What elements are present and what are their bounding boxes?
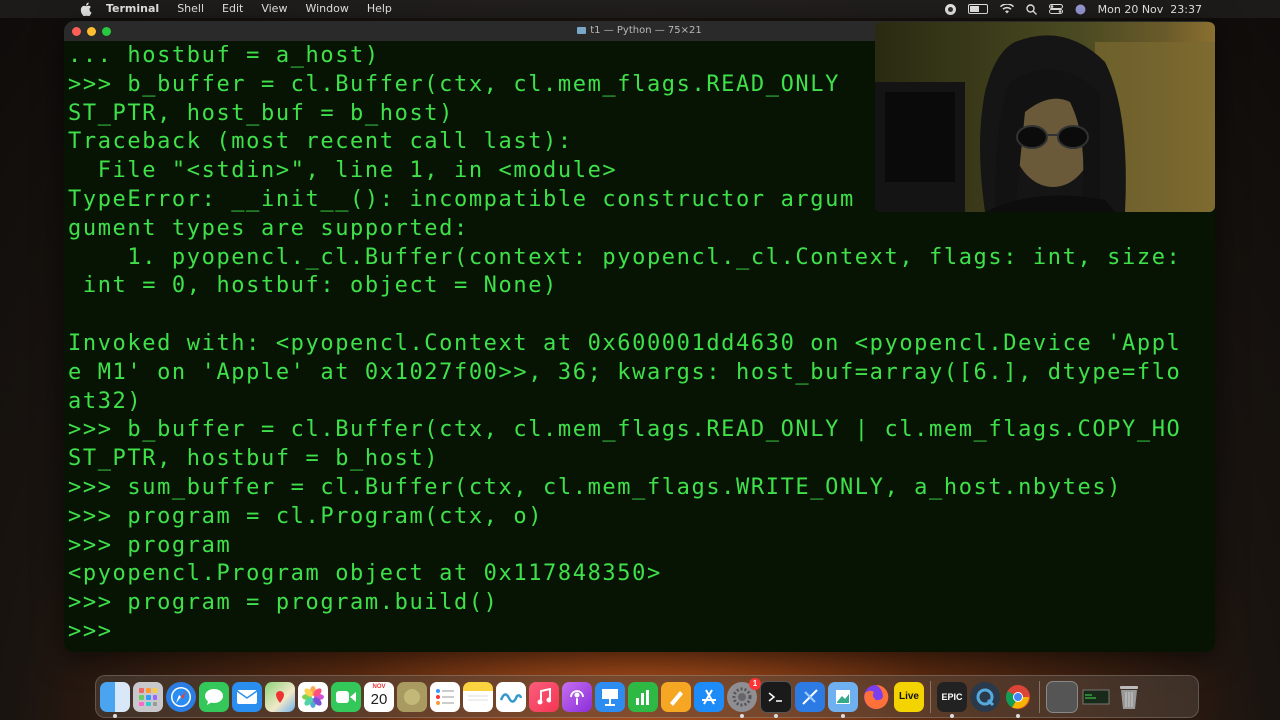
- screen-record-icon[interactable]: [944, 3, 956, 15]
- menu-bar: Terminal Shell Edit View Window Help Mon…: [0, 0, 1280, 18]
- podcasts-icon[interactable]: [562, 681, 592, 712]
- terminal-line: >>> b_buffer = cl.Buffer(ctx, cl.mem_fla…: [68, 417, 1182, 443]
- running-indicator: [740, 713, 744, 718]
- apple-menu-icon[interactable]: [80, 2, 92, 16]
- menu-shell[interactable]: Shell: [168, 0, 213, 18]
- terminal-line: gument types are supported:: [68, 215, 469, 241]
- epic-games-icon[interactable]: EPIC: [937, 681, 967, 718]
- freeform-icon[interactable]: [496, 681, 526, 712]
- mail-icon[interactable]: [232, 681, 262, 712]
- calendar-month: NOV: [372, 683, 386, 690]
- folder-icon: [577, 26, 587, 34]
- photos-icon[interactable]: [298, 681, 328, 712]
- menubar-clock[interactable]: Mon 20 Nov 23:37: [1098, 3, 1202, 16]
- live-label: Live: [898, 691, 919, 702]
- app-store-icon[interactable]: [694, 681, 724, 712]
- messages-icon[interactable]: [199, 681, 229, 712]
- terminal-line: 1. pyopencl._cl.Buffer(context: pyopencl…: [68, 244, 1182, 270]
- search-icon[interactable]: [1025, 3, 1037, 15]
- terminal-line: >>> program = cl.Program(ctx, o): [68, 503, 544, 529]
- terminal-line: Invoked with: <pyopencl.Context at 0x600…: [68, 330, 1182, 356]
- menu-edit[interactable]: Edit: [213, 0, 252, 18]
- quicktime-icon[interactable]: [970, 681, 1000, 712]
- running-indicator: [774, 713, 778, 718]
- terminal-icon[interactable]: [760, 680, 792, 718]
- screen-icon[interactable]: [1081, 682, 1111, 712]
- terminal-line: <pyopencl.Program object at 0x117848350>: [68, 561, 662, 587]
- running-indicator: [841, 713, 845, 718]
- epic-label: EPIC: [941, 691, 963, 702]
- terminal-line: >>> program = program.build(): [68, 590, 499, 616]
- menu-view[interactable]: View: [252, 0, 296, 18]
- finder-alt-icon[interactable]: [397, 681, 427, 712]
- window-title: t1 — Python — 75×21: [590, 25, 702, 36]
- running-indicator: [1016, 713, 1020, 718]
- launchpad-icon[interactable]: [133, 681, 163, 712]
- safari-icon[interactable]: [166, 681, 196, 712]
- calendar-icon[interactable]: NOV 20: [364, 681, 394, 712]
- numbers-icon[interactable]: [628, 681, 658, 712]
- menu-window[interactable]: Window: [296, 0, 357, 18]
- dock-separator: [930, 680, 931, 713]
- pages-icon[interactable]: [661, 681, 691, 712]
- battery-icon[interactable]: [967, 4, 988, 14]
- terminal-line: e M1' on 'Apple' at 0x1027f00>>, 36; kwa…: [68, 359, 1182, 385]
- ableton-live-icon[interactable]: Live: [894, 681, 924, 712]
- terminal-line: ST_PTR, hostbuf = b_host): [68, 446, 440, 472]
- siri-icon[interactable]: [1075, 4, 1086, 15]
- facetime-icon[interactable]: [331, 681, 361, 712]
- xcode-icon[interactable]: [795, 681, 825, 712]
- finder-icon[interactable]: [100, 681, 130, 718]
- terminal-line: int = 0, hostbuf: object = None): [68, 273, 558, 299]
- wifi-icon[interactable]: [999, 4, 1014, 14]
- running-indicator: [950, 713, 954, 718]
- maps-icon[interactable]: [265, 681, 295, 712]
- system-settings-icon[interactable]: 1: [727, 677, 761, 718]
- dock: NOV 20 1 Live EPIC: [95, 675, 1199, 718]
- keynote-icon[interactable]: [595, 681, 625, 712]
- firefox-icon[interactable]: [861, 682, 891, 712]
- trash-icon[interactable]: [1114, 682, 1144, 712]
- terminal-line: >>> program: [68, 532, 232, 558]
- control-center-icon[interactable]: [1048, 4, 1063, 14]
- terminal-prompt-line[interactable]: >>>: [68, 618, 1215, 647]
- webcam-overlay: [875, 22, 1215, 212]
- folder-icon[interactable]: [1046, 680, 1078, 713]
- terminal-line: at32): [68, 388, 143, 414]
- webcam-person-image: [875, 35, 1215, 212]
- menu-help[interactable]: Help: [358, 0, 401, 18]
- terminal-line: >>> sum_buffer = cl.Buffer(ctx, cl.mem_f…: [68, 474, 1123, 500]
- running-indicator: [113, 713, 117, 718]
- calendar-day: 20: [370, 690, 388, 708]
- reminders-icon[interactable]: [430, 681, 460, 712]
- music-icon[interactable]: [529, 681, 559, 712]
- chrome-icon[interactable]: [1003, 682, 1033, 718]
- dock-separator: [1039, 680, 1040, 713]
- preview-icon[interactable]: [828, 681, 858, 718]
- notes-icon[interactable]: [463, 681, 493, 712]
